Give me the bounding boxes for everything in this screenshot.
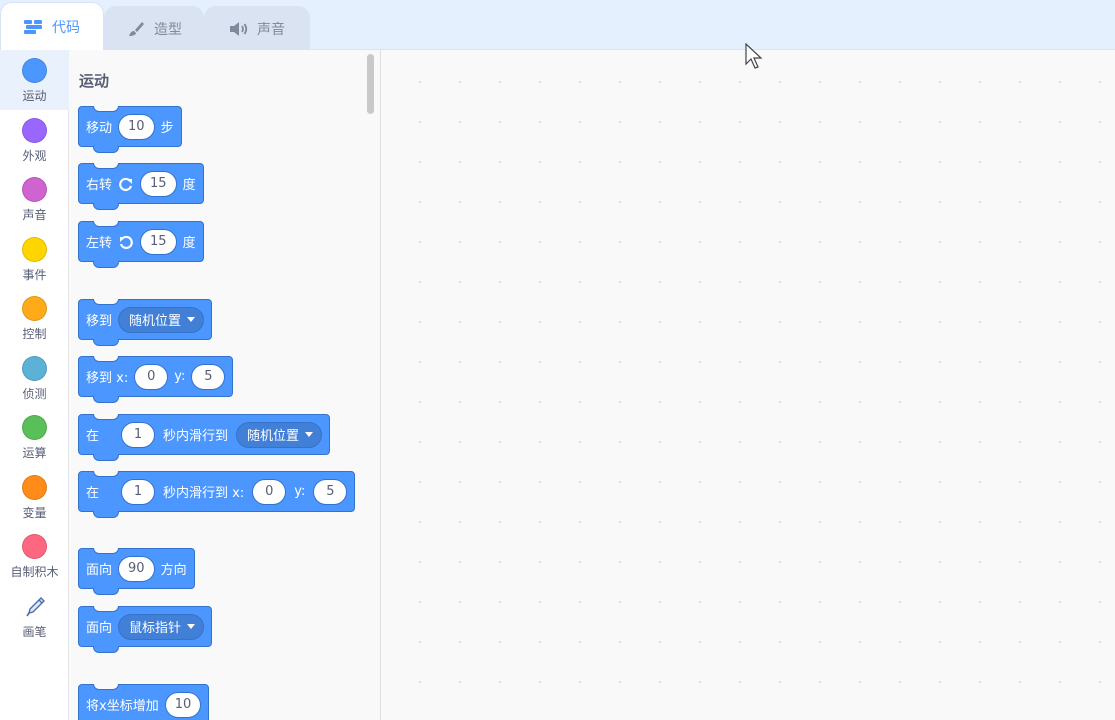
category-label: 变量 <box>22 506 47 520</box>
pen-icon <box>22 594 47 619</box>
dropdown-value: 随机位置 <box>247 429 300 444</box>
block-label: 度 <box>182 236 196 251</box>
block-label: 秒内滑行到 x: <box>163 486 245 501</box>
block-palette: 运动 移动 10 步 右转 15 度 左转 15 度 移到 随机位置 移到 x:… <box>70 50 381 720</box>
target-dropdown[interactable]: 随机位置 <box>118 306 205 333</box>
block-label: y: <box>174 369 186 384</box>
block-label: 左转 <box>86 236 113 251</box>
tab-costumes-label: 造型 <box>154 21 182 38</box>
block-label: 移动 <box>86 121 113 136</box>
events-color-dot <box>22 237 47 262</box>
dropdown-value: 随机位置 <box>129 314 182 329</box>
category-menu: 运动 外观 声音 事件 控制 侦测 运算 变量 自制积木 画笔 <box>0 50 69 720</box>
dropdown-value: 鼠标指针 <box>129 621 182 636</box>
tab-code[interactable]: 代码 <box>0 2 104 50</box>
block-label: 在 <box>86 486 100 501</box>
palette-scrollbar[interactable] <box>367 54 374 114</box>
y-input[interactable]: 5 <box>191 363 226 390</box>
category-operators[interactable]: 运算 <box>0 407 69 467</box>
category-variables[interactable]: 变量 <box>0 467 69 527</box>
category-pen[interactable]: 画笔 <box>0 586 69 646</box>
block-turn-left[interactable]: 左转 15 度 <box>78 221 204 268</box>
towards-dropdown[interactable]: 鼠标指针 <box>118 613 205 640</box>
caret-down-icon <box>187 317 196 322</box>
x-input[interactable]: 0 <box>252 478 287 505</box>
block-label: 方向 <box>160 563 187 578</box>
block-label: 移到 <box>86 314 113 329</box>
block-go-to[interactable]: 移到 随机位置 <box>78 299 213 346</box>
block-point-in-direction[interactable]: 面向 90 方向 <box>78 548 195 595</box>
change-x-input[interactable]: 10 <box>164 691 202 718</box>
seconds-input[interactable]: 1 <box>121 478 156 505</box>
block-label: 步 <box>160 121 174 136</box>
category-sound[interactable]: 声音 <box>0 169 69 229</box>
block-label: 面向 <box>86 621 113 636</box>
category-label: 运动 <box>22 89 47 103</box>
script-workspace[interactable] <box>382 50 1115 720</box>
block-label: 在 <box>86 429 100 444</box>
category-label: 控制 <box>22 327 47 341</box>
looks-color-dot <box>22 118 47 143</box>
category-label: 声音 <box>22 208 47 222</box>
category-label: 运算 <box>22 446 47 460</box>
speaker-icon <box>229 19 249 39</box>
caret-down-icon <box>305 432 314 437</box>
brush-icon <box>126 19 146 39</box>
block-label: 将x坐标增加 <box>86 699 159 714</box>
editor-tabs-bar: 代码 造型 声音 <box>0 0 1115 50</box>
degrees-input[interactable]: 15 <box>140 170 177 197</box>
block-label: 移到 x: <box>86 371 129 386</box>
tab-code-label: 代码 <box>52 19 80 36</box>
category-label: 外观 <box>22 149 47 163</box>
category-label: 自制积木 <box>10 565 59 579</box>
category-motion[interactable]: 运动 <box>0 50 69 110</box>
caret-down-icon <box>187 624 196 629</box>
category-control[interactable]: 控制 <box>0 288 69 348</box>
steps-input[interactable]: 10 <box>118 113 155 140</box>
x-input[interactable]: 0 <box>134 363 169 390</box>
block-point-towards[interactable]: 面向 鼠标指针 <box>78 606 213 653</box>
block-go-to-xy[interactable]: 移到 x: 0 y: 5 <box>78 356 234 403</box>
tab-sounds-label: 声音 <box>257 21 285 38</box>
sensing-color-dot <box>22 356 47 381</box>
control-color-dot <box>22 296 47 321</box>
rotate-left-icon <box>118 234 134 250</box>
block-label: 度 <box>182 178 196 193</box>
palette-title: 运动 <box>79 72 110 90</box>
motion-color-dot <box>22 58 47 83</box>
y-input[interactable]: 5 <box>313 478 348 505</box>
category-label: 画笔 <box>22 625 47 639</box>
sound-color-dot <box>22 177 47 202</box>
category-my-blocks[interactable]: 自制积木 <box>0 526 69 586</box>
category-looks[interactable]: 外观 <box>0 110 69 170</box>
block-label: 面向 <box>86 563 113 578</box>
operators-color-dot <box>22 415 47 440</box>
block-move-steps[interactable]: 移动 10 步 <box>78 106 182 153</box>
category-label: 事件 <box>22 268 47 282</box>
category-sensing[interactable]: 侦测 <box>0 348 69 408</box>
target-dropdown[interactable]: 随机位置 <box>236 421 323 448</box>
category-events[interactable]: 事件 <box>0 229 69 289</box>
block-label: y: <box>294 484 306 499</box>
degrees-input[interactable]: 15 <box>140 228 177 255</box>
seconds-input[interactable]: 1 <box>121 421 156 448</box>
category-label: 侦测 <box>22 387 47 401</box>
my-blocks-color-dot <box>22 534 47 559</box>
block-label: 秒内滑行到 <box>163 429 229 444</box>
block-change-x[interactable]: 将x坐标增加 10 <box>78 684 210 720</box>
rotate-right-icon <box>118 176 134 192</box>
tab-sounds[interactable]: 声音 <box>204 6 310 50</box>
variables-color-dot <box>22 475 47 500</box>
block-glide-to-xy[interactable]: 在 1 秒内滑行到 x: 0 y: 5 <box>78 471 356 518</box>
block-turn-right[interactable]: 右转 15 度 <box>78 163 204 210</box>
block-label: 右转 <box>86 178 113 193</box>
code-icon <box>24 17 44 37</box>
block-glide-to[interactable]: 在 1 秒内滑行到 随机位置 <box>78 414 331 461</box>
mouse-cursor-icon <box>745 43 763 69</box>
direction-input[interactable]: 90 <box>118 555 155 582</box>
tab-costumes[interactable]: 造型 <box>104 6 204 50</box>
